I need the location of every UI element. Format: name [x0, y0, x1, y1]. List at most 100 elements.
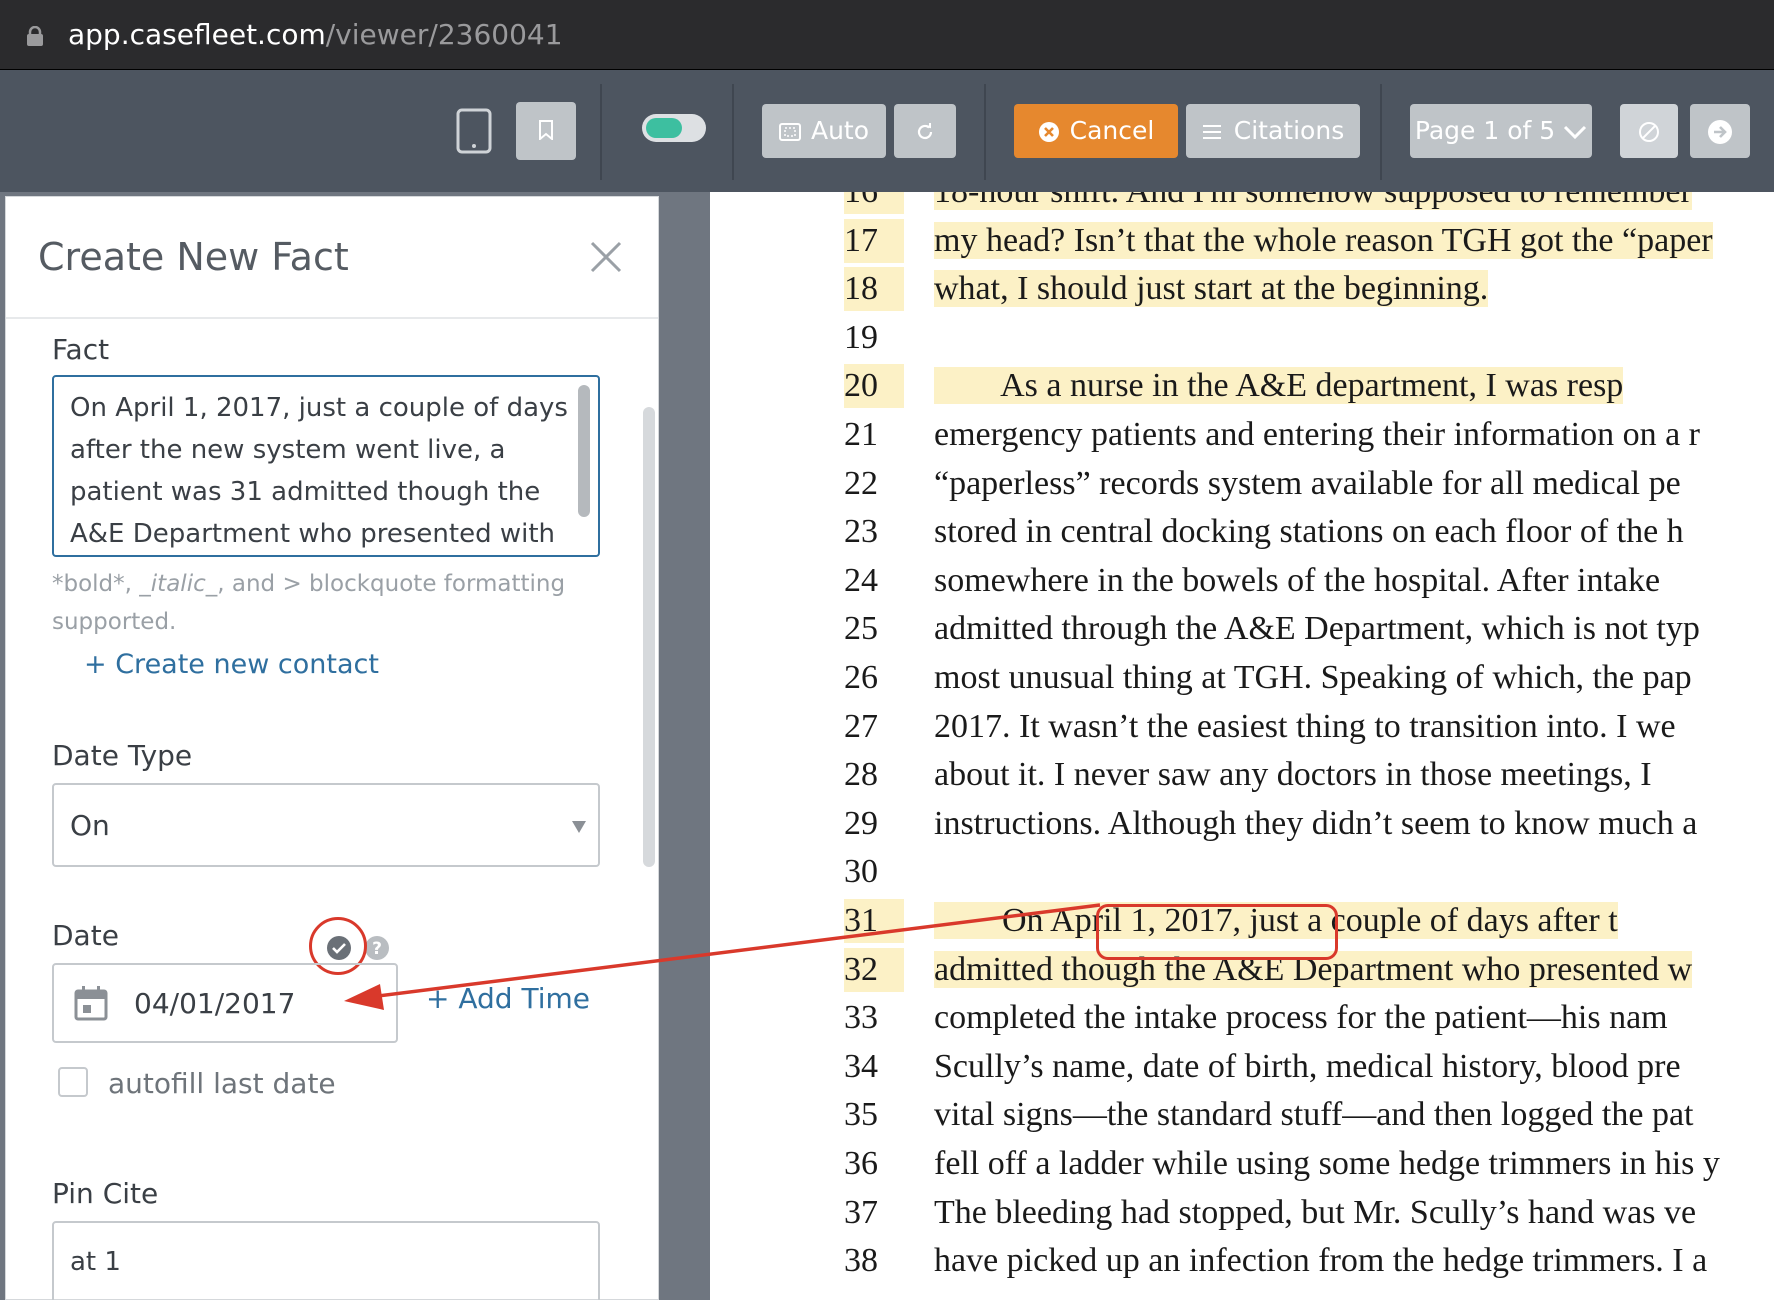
lock-icon [27, 26, 43, 46]
document-line: As a nurse in the A&E department, I was … [934, 364, 1624, 408]
document-line-text: somewhere in the bowels of the hospital.… [934, 561, 1661, 599]
line-number: 31 [844, 899, 904, 943]
document-line-text: about it. I never saw any doctors in tho… [934, 756, 1652, 794]
document-line: what, I should just start at the beginni… [934, 267, 1489, 311]
line-number: 35 [844, 1096, 878, 1134]
document-line: have picked up an infection from the hed… [934, 1239, 1707, 1283]
help-bold: *bold* [52, 571, 125, 597]
bookmark-icon [539, 120, 553, 140]
date-input[interactable]: 04/01/2017 [52, 963, 398, 1043]
toolbar-separator [732, 84, 734, 180]
fact-text: On April 1, 2017, just a couple of days … [70, 393, 568, 549]
citations-button[interactable]: Citations [1186, 104, 1360, 158]
document-line: 2017. It wasn’t the easiest thing to tra… [934, 705, 1676, 749]
fact-textarea[interactable]: On April 1, 2017, just a couple of days … [52, 375, 600, 557]
page-selector[interactable]: Page 1 of 5 [1410, 104, 1592, 158]
auto-button[interactable]: Auto [762, 104, 886, 158]
document-line-text: As a nurse in the A&E department, I was … [934, 367, 1624, 405]
document-line: “paperless” records system available for… [934, 462, 1681, 506]
document-line-text: most unusual thing at TGH. Speaking of w… [934, 659, 1692, 696]
help-comma: , [124, 571, 140, 597]
line-number: 23 [844, 513, 878, 551]
toolbar-separator [984, 84, 986, 180]
panel-title: Create New Fact [38, 235, 349, 279]
document-line: vital signs—the standard stuff—and then … [934, 1093, 1694, 1137]
create-fact-panel: Create New Fact Fact On April 1, 2017, j… [5, 196, 659, 1300]
line-number: 18 [844, 267, 904, 312]
line-number: 21 [844, 416, 878, 453]
disabled-button[interactable] [1620, 104, 1678, 158]
line-number: 36 [844, 1145, 878, 1182]
chevron-down-icon [1564, 125, 1587, 140]
document-line: Scully’s name, date of birth, medical hi… [934, 1045, 1681, 1089]
document-line: completed the intake process for the pat… [934, 996, 1668, 1040]
url-host: app.casefleet.com [68, 18, 326, 51]
line-number: 34 [844, 1047, 878, 1085]
line-number: 17 [844, 218, 904, 263]
caret-down-icon [572, 821, 586, 833]
toolbar-toggle[interactable] [642, 114, 706, 142]
line-number: 25 [844, 610, 878, 648]
url-text[interactable]: app.casefleet.com/viewer/2360041 [68, 18, 563, 52]
document-line: my head? Isn’t that the whole reason TGH… [934, 219, 1713, 263]
autofill-label: autofill last date [108, 1067, 336, 1100]
date-label: Date [52, 919, 119, 952]
list-icon [1202, 125, 1221, 139]
pin-cite-input[interactable]: at 1 [52, 1221, 600, 1300]
line-number: 20 [844, 364, 904, 409]
fact-scrollbar[interactable] [578, 385, 590, 517]
next-page-button[interactable] [1690, 104, 1750, 158]
page-label: Page 1 of 5 [1414, 116, 1556, 145]
document-line-text: Scully’s name, date of birth, medical hi… [934, 1047, 1681, 1085]
annotation-box [1096, 904, 1338, 960]
question-icon[interactable]: ? [364, 935, 390, 961]
viewer-toolbar: Auto Cancel Citations Page 1 of 5 [0, 70, 1774, 192]
document-line: stored in central docking stations on ea… [934, 510, 1684, 554]
line-number: 33 [844, 999, 878, 1037]
close-icon[interactable] [586, 237, 626, 277]
pin-cite-label: Pin Cite [52, 1177, 159, 1210]
citations-label: Citations [1233, 116, 1345, 145]
date-type-value: On [70, 809, 110, 842]
document-line: admitted through the A&E Department, whi… [934, 607, 1700, 651]
toolbar-separator [1380, 84, 1382, 180]
refresh-button[interactable] [894, 104, 956, 158]
browser-address-bar: app.casefleet.com/viewer/2360041 [0, 0, 1774, 70]
line-number: 30 [844, 853, 878, 891]
line-number: 16 [844, 192, 904, 214]
document-line: emergency patients and entering their in… [934, 413, 1700, 457]
pin-cite-value: at 1 [70, 1247, 121, 1277]
svg-text:?: ? [372, 939, 382, 959]
document-viewer[interactable]: 16 18-hour shift. And I'm somehow suppose… [710, 192, 1774, 1300]
document-line: about it. I never saw any doctors in tho… [934, 753, 1652, 797]
document-line-text: “paperless” records system available for… [934, 464, 1681, 502]
help-italic: _italic_ [139, 571, 218, 597]
formatting-help: *bold*, _italic_, and > blockquote forma… [52, 565, 612, 641]
tablet-icon[interactable] [456, 108, 492, 154]
line-number: 29 [844, 804, 878, 842]
document-line-text: admitted through the A&E Department, whi… [934, 610, 1700, 648]
panel-scrollbar[interactable] [643, 407, 655, 867]
document-line-text: fell off a ladder while using some hedge… [934, 1145, 1720, 1182]
document-line: most unusual thing at TGH. Speaking of w… [934, 656, 1692, 700]
no-entry-icon [1639, 122, 1659, 142]
calendar-icon [74, 986, 108, 1021]
date-type-select[interactable]: On [52, 783, 600, 867]
line-number: 26 [844, 659, 878, 696]
document-line-text: emergency patients and entering their in… [934, 416, 1700, 453]
document-line: somewhere in the bowels of the hospital.… [934, 559, 1660, 603]
autofill-checkbox[interactable] [58, 1067, 88, 1097]
document-line-text: 2017. It wasn’t the easiest thing to tra… [934, 707, 1676, 745]
add-time-link[interactable]: + Add Time [426, 982, 590, 1015]
document-line: instructions. Although they didn’t seem … [934, 802, 1697, 846]
bookmark-button[interactable] [516, 102, 576, 160]
auto-label: Auto [810, 116, 870, 145]
line-number: 32 [844, 947, 904, 992]
line-number: 24 [844, 561, 878, 599]
create-contact-link[interactable]: + Create new contact [84, 649, 379, 680]
document-line-text: my head? Isn’t that the whole reason TGH… [934, 221, 1713, 259]
line-number: 27 [844, 707, 878, 745]
cancel-button[interactable]: Cancel [1014, 104, 1178, 158]
fact-label: Fact [52, 333, 110, 366]
url-path: /viewer/2360041 [325, 18, 563, 51]
